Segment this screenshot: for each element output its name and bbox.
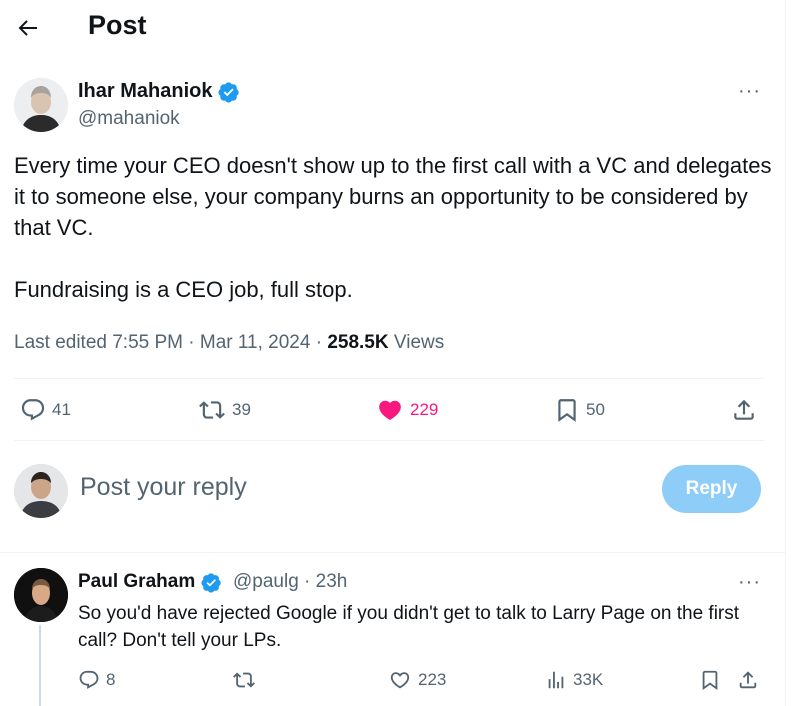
verified-badge-icon	[201, 572, 221, 593]
post-timestamp[interactable]: Last edited 7:55 PM · Mar 11, 2024 ·	[14, 332, 327, 353]
arrow-left-icon	[18, 20, 37, 36]
post-paragraph: Every time your CEO doesn't show up to t…	[14, 153, 772, 240]
comment-views-action[interactable]: 33K	[545, 669, 603, 691]
views-count: 258.5K	[327, 332, 389, 353]
post-meta: Last edited 7:55 PM · Mar 11, 2024 · 258…	[14, 332, 444, 354]
author-handle[interactable]: @mahaniok	[78, 108, 180, 130]
divider	[14, 378, 764, 379]
back-button[interactable]	[14, 14, 42, 42]
post-text: Every time your CEO doesn't show up to t…	[14, 150, 774, 305]
like-count: 229	[410, 400, 439, 419]
page-title: Post	[88, 10, 147, 40]
comment-more-options-icon[interactable]: ···	[738, 571, 761, 594]
commenter-name[interactable]: Paul Graham	[78, 571, 222, 593]
divider	[0, 552, 785, 553]
verified-badge-icon	[218, 81, 240, 103]
commenter-name-text: Paul Graham	[78, 571, 196, 592]
views-label: Views	[388, 332, 445, 353]
divider	[14, 440, 764, 441]
views-chart-icon	[548, 671, 564, 689]
bookmark-count: 50	[586, 400, 605, 419]
commenter-handle[interactable]: @paulg · 23h	[233, 571, 347, 593]
more-options-icon[interactable]: ···	[738, 80, 761, 103]
repost-action[interactable]: 39	[198, 397, 251, 423]
bookmark-action[interactable]: 50	[554, 397, 605, 423]
like-action[interactable]: 229	[376, 397, 438, 423]
column-border	[785, 0, 786, 706]
comment-repost-action[interactable]	[232, 669, 256, 691]
share-icon	[734, 399, 754, 420]
repost-icon	[233, 672, 255, 688]
current-user-avatar[interactable]	[14, 464, 68, 518]
reply-count: 41	[52, 400, 71, 419]
commenter-avatar[interactable]	[14, 568, 68, 622]
comment-like-count: 223	[418, 670, 447, 689]
share-action[interactable]	[731, 397, 757, 423]
share-icon	[739, 671, 757, 689]
heart-icon	[390, 672, 410, 689]
comment-icon	[79, 670, 99, 689]
heart-filled-icon	[379, 400, 401, 420]
author-name[interactable]: Ihar Mahaniok	[78, 80, 240, 103]
reply-button[interactable]: Reply	[662, 465, 761, 513]
reply-input[interactable]: Post your reply	[80, 473, 247, 502]
comment-icon	[21, 399, 45, 421]
author-avatar[interactable]	[14, 78, 68, 132]
thread-line	[39, 625, 41, 706]
comment-text: So you'd have rejected Google if you did…	[78, 603, 740, 651]
comment-views-count: 33K	[573, 670, 604, 689]
comment-like-action[interactable]: 223	[388, 669, 446, 691]
author-name-text: Ihar Mahaniok	[78, 80, 213, 102]
comment-reply-action[interactable]: 8	[78, 669, 115, 691]
comment-reply-count: 8	[106, 670, 116, 689]
bookmark-icon	[702, 670, 718, 691]
repost-count: 39	[232, 400, 251, 419]
comment-bookmark-action[interactable]	[699, 669, 721, 691]
comment-share-action[interactable]	[737, 669, 759, 691]
reply-action[interactable]: 41	[20, 397, 71, 423]
bookmark-icon	[558, 399, 576, 422]
post-paragraph: Fundraising is a CEO job, full stop.	[14, 277, 353, 302]
repost-icon	[199, 401, 225, 419]
